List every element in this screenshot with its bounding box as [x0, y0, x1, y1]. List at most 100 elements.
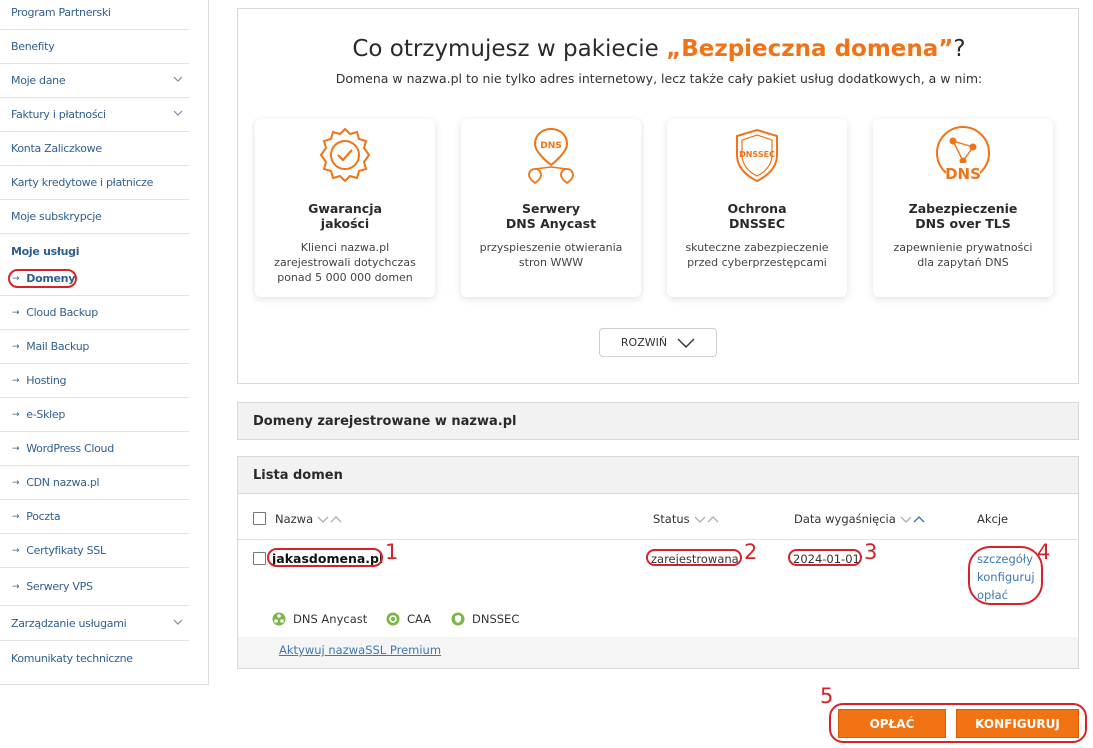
arrow-right-icon: →: [12, 545, 20, 556]
column-label: Status: [653, 512, 690, 526]
activate-ssl-link[interactable]: Aktywuj nazwaSSL Premium: [279, 643, 441, 657]
column-header-name[interactable]: Nazwa: [275, 512, 343, 526]
sidebar-item-moje-dane[interactable]: Moje dane: [0, 64, 189, 98]
service-label: DNS Anycast: [293, 612, 368, 626]
pay-button[interactable]: OPŁAĆ: [838, 709, 946, 738]
sidebar-item-zarzadzanie[interactable]: Zarządzanie usługami: [0, 607, 189, 641]
sidebar-item-wordpress-cloud[interactable]: → WordPress Cloud: [0, 432, 189, 466]
arrow-right-icon: →: [12, 581, 20, 592]
expiry-value: 2024-01-01: [793, 552, 860, 566]
row-checkbox[interactable]: [253, 552, 266, 565]
sidebar-item-label: e-Sklep: [26, 408, 66, 421]
sort-icon: [694, 515, 719, 523]
sidebar-item-faktury[interactable]: Faktury i płatności: [0, 98, 189, 132]
sidebar-item-poczta[interactable]: → Poczta: [0, 500, 189, 534]
sidebar-item-mail-backup[interactable]: → Mail Backup: [0, 330, 189, 364]
annotation-number: 1: [385, 540, 399, 564]
registered-domains-title: Domeny zarejestrowane w nazwa.pl: [253, 413, 517, 429]
dnssec-status-icon: [451, 612, 465, 626]
pay-button-label: OPŁAĆ: [869, 716, 915, 731]
feature-card-dns-anycast: DNS Serwery DNS Anycast przyspieszenie ot…: [461, 119, 641, 297]
configure-button-label: KONFIGURUJ: [975, 716, 1060, 731]
annotation-number: 4: [1037, 540, 1051, 564]
configure-button[interactable]: KONFIGURUJ: [956, 709, 1079, 738]
sidebar-item-hosting[interactable]: → Hosting: [0, 364, 189, 398]
package-title: Co otrzymujesz w pakiecie „Bezpieczna do…: [238, 36, 1080, 62]
feature-title: Gwarancja jakości: [308, 201, 382, 231]
sidebar-item-benefity[interactable]: Benefity: [0, 30, 189, 64]
column-label: Data wygaśnięcia: [794, 512, 896, 526]
sidebar-item-label: Program Partnerski: [11, 6, 111, 19]
service-label: DNSSEC: [472, 612, 520, 626]
sidebar-item-karty[interactable]: Karty kredytowe i płatnicze: [0, 166, 189, 200]
column-header-actions: Akcje: [977, 512, 1008, 526]
sidebar-item-subskrypcje[interactable]: Moje subskrypcje: [0, 200, 189, 234]
column-header-expiry[interactable]: Data wygaśnięcia: [794, 512, 926, 526]
package-panel: Co otrzymujesz w pakiecie „Bezpieczna do…: [237, 8, 1079, 384]
sidebar-item-label: Faktury i płatności: [11, 108, 106, 121]
sidebar-item-label: Domeny: [26, 272, 76, 285]
sidebar-item-label: Komunikaty techniczne: [11, 651, 133, 665]
feature-card-dnssec: DNSSEC Ochrona DNSSEC skuteczne zabezpiec…: [667, 119, 847, 297]
services-heading: Moje usługi: [11, 245, 80, 258]
status-value: zarejestrowana: [651, 552, 739, 566]
service-dns-anycast: DNS Anycast: [272, 612, 367, 626]
svg-text:DNS: DNS: [540, 141, 562, 151]
arrow-right-icon: →: [12, 341, 20, 352]
arrow-right-icon: →: [12, 443, 20, 454]
dns-anycast-icon: DNS: [528, 127, 574, 185]
chevron-down-icon: [677, 338, 695, 348]
sidebar-item-label: Cloud Backup: [26, 306, 98, 319]
sidebar-item-label: Certyfikaty SSL: [26, 544, 106, 557]
caa-status-icon: [386, 612, 400, 626]
chevron-down-icon: [173, 110, 183, 116]
sidebar-item-label: Moje subskrypcje: [11, 210, 102, 223]
annotation-number: 2: [744, 540, 758, 564]
sidebar-item-serwery-vps[interactable]: → Serwery VPS: [0, 568, 189, 606]
feature-description: zapewnienie prywatności dla zapytań DNS: [893, 241, 1033, 269]
feature-description: Klienci nazwa.pl zarejestrowali dotychcza…: [274, 241, 416, 284]
sidebar-item-e-sklep[interactable]: → e-Sklep: [0, 398, 189, 432]
sidebar-item-label: Serwery VPS: [26, 580, 93, 593]
sidebar-item-program-partnerski[interactable]: Program Partnerski: [0, 0, 189, 30]
dns-over-tls-icon: DNS: [936, 126, 990, 183]
svg-text:DNSSEC: DNSSEC: [739, 150, 775, 159]
sidebar: Program Partnerski Benefity Moje dane Fa…: [0, 0, 209, 685]
sidebar-item-label: Poczta: [26, 510, 61, 523]
chevron-down-icon: [173, 619, 183, 625]
service-caa: CAA: [386, 612, 431, 626]
sidebar-item-cdn[interactable]: → CDN nazwa.pl: [0, 466, 189, 500]
arrow-right-icon: →: [12, 273, 20, 284]
column-header-status[interactable]: Status: [653, 512, 720, 526]
feature-title: Ochrona DNSSEC: [727, 201, 787, 231]
sidebar-item-certyfikaty-ssl[interactable]: → Certyfikaty SSL: [0, 534, 189, 568]
arrow-right-icon: →: [12, 375, 20, 386]
feature-title: Serwery DNS Anycast: [505, 201, 597, 231]
sidebar-item-label: Moje dane: [11, 74, 66, 87]
configure-link[interactable]: konfiguruj: [977, 570, 1035, 584]
service-dnssec: DNSSEC: [451, 612, 519, 626]
package-subtitle: Domena w nazwa.pl to nie tylko adres int…: [335, 71, 983, 86]
sidebar-item-label: Konta Zaliczkowe: [11, 142, 102, 155]
column-label: Nazwa: [275, 512, 314, 526]
pay-link[interactable]: opłać: [977, 588, 1008, 602]
sidebar-item-domeny[interactable]: → Domeny: [0, 262, 189, 296]
select-all-checkbox[interactable]: [253, 512, 266, 525]
domain-name[interactable]: jakasdomena.pl: [272, 551, 383, 566]
sidebar-item-label: Karty kredytowe i płatnicze: [11, 176, 154, 189]
dns-anycast-status-icon: [272, 612, 286, 626]
sidebar-item-cloud-backup[interactable]: → Cloud Backup: [0, 296, 189, 330]
feature-card-dns-over-tls: DNS Zabezpieczenie DNS over TLS zapewnien…: [873, 119, 1053, 297]
annotation-number: 5: [820, 684, 834, 708]
domain-list-title: Lista domen: [253, 467, 343, 483]
feature-description: skuteczne zabezpieczenie przed cyberprzes…: [685, 241, 829, 269]
arrow-right-icon: →: [12, 477, 20, 488]
registered-domains-header: Domeny zarejestrowane w nazwa.pl: [237, 402, 1079, 440]
details-link[interactable]: szczegóły: [977, 552, 1033, 566]
sidebar-item-komunikaty[interactable]: Komunikaty techniczne: [0, 641, 189, 675]
package-title-prefix: Co otrzymujesz w pakiecie: [352, 36, 667, 62]
sidebar-item-konta-zaliczkowe[interactable]: Konta Zaliczkowe: [0, 132, 189, 166]
expand-button[interactable]: ROZWIŃ: [599, 328, 717, 357]
feature-title: Zabezpieczenie DNS over TLS: [908, 201, 1018, 231]
sidebar-item-label: Zarządzanie usługami: [11, 617, 127, 630]
